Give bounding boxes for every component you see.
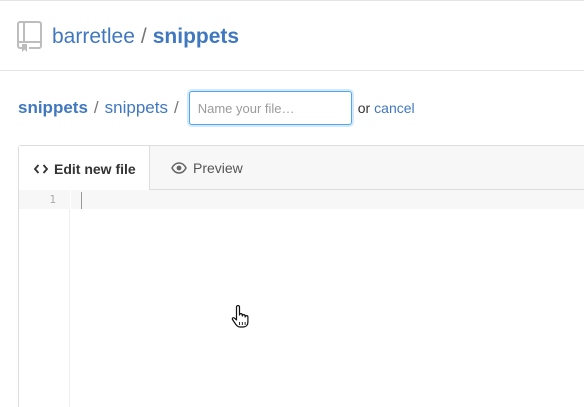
eye-icon xyxy=(171,162,187,174)
breadcrumb-root-link[interactable]: snippets xyxy=(18,98,88,118)
file-path-breadcrumb: snippets / snippets / or cancel xyxy=(18,91,415,125)
breadcrumb-folder-link[interactable]: snippets xyxy=(105,98,168,118)
breadcrumb-separator: / xyxy=(93,98,99,117)
or-label: or xyxy=(357,100,371,116)
tab-preview-label: Preview xyxy=(193,160,243,176)
editor-tab-bar: Edit new file Preview xyxy=(19,146,584,191)
tab-edit-label: Edit new file xyxy=(54,160,136,177)
repo-owner-link[interactable]: barretlee xyxy=(52,25,135,48)
active-line-highlight xyxy=(71,190,584,209)
code-icon xyxy=(34,163,48,175)
repo-title-separator: / xyxy=(140,25,147,48)
line-number-gutter: 1 xyxy=(19,190,70,407)
tab-preview[interactable]: Preview xyxy=(171,146,243,190)
repo-header: barretlee / snippets xyxy=(0,1,584,71)
repo-title: barretlee / snippets xyxy=(52,25,239,49)
filename-input[interactable] xyxy=(188,91,352,125)
hand-pointer-cursor-icon xyxy=(231,304,251,329)
repo-icon xyxy=(17,21,43,53)
code-editor-area[interactable]: 1 xyxy=(19,190,584,407)
breadcrumb-separator-trailing: / xyxy=(173,98,179,117)
text-caret xyxy=(81,192,82,209)
repo-name-link[interactable]: snippets xyxy=(153,25,239,48)
line-number: 1 xyxy=(19,190,70,209)
cancel-link[interactable]: cancel xyxy=(374,100,414,116)
tab-edit-new-file[interactable]: Edit new file xyxy=(19,146,150,191)
file-editor: Edit new file Preview 1 xyxy=(18,145,584,407)
